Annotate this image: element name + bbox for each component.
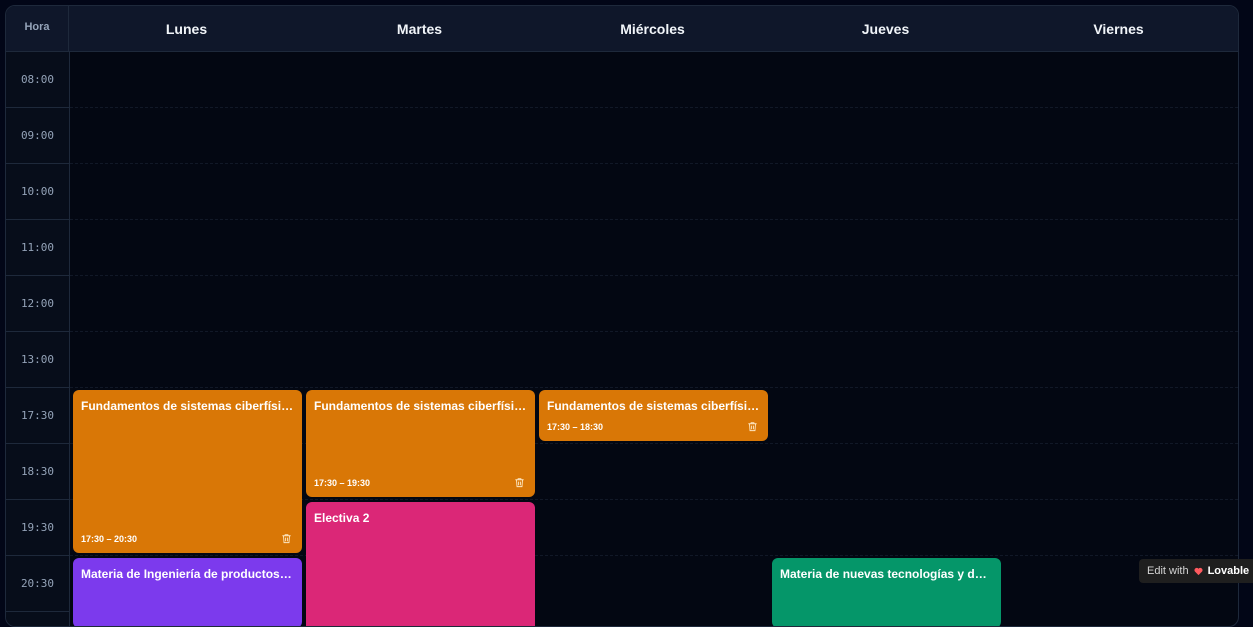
grid-line	[70, 555, 1238, 556]
trash-icon[interactable]	[514, 477, 525, 488]
time-slot: 17:30	[6, 388, 69, 444]
time-slot: 10:00	[6, 164, 69, 220]
event-title: Fundamentos de sistemas ciberfísicos	[547, 399, 760, 413]
event-title: Fundamentos de sistemas ciberfísicos	[81, 399, 294, 413]
grid-line	[70, 387, 1238, 388]
event-time: 17:30 – 20:30	[81, 534, 138, 544]
time-slot: 08:00	[6, 52, 69, 108]
grid-line	[70, 331, 1238, 332]
day-header-lunes: Lunes	[165, 20, 208, 37]
hora-column-header: Hora	[6, 6, 69, 51]
time-slot: 13:00	[6, 332, 69, 388]
event-title: Electiva 2	[314, 511, 370, 525]
day-header-martes: Martes	[396, 20, 443, 37]
trash-icon[interactable]	[747, 421, 758, 432]
day-header-jueves: Jueves	[861, 20, 910, 37]
weekly-schedule: Hora Lunes Martes Miércoles Jueves Viern…	[5, 5, 1239, 627]
lovable-brand: Lovable	[1207, 565, 1250, 577]
event-time: 17:30 – 19:30	[314, 478, 371, 488]
schedule-header: Hora Lunes Martes Miércoles Jueves Viern…	[6, 6, 1238, 52]
event-time: 17:30 – 18:30	[547, 422, 604, 432]
trash-icon[interactable]	[281, 533, 292, 544]
time-column: 08:00 09:00 10:00 11:00 12:00 13:00 17:3…	[6, 52, 70, 626]
event-card-nuevas-tecnologias[interactable]: Materia de nuevas tecnologías y dom...	[772, 558, 1001, 626]
event-card-electiva-2[interactable]: Electiva 2	[306, 502, 535, 626]
day-header-viernes: Viernes	[1093, 20, 1144, 37]
grid-line	[70, 275, 1238, 276]
lovable-heart-icon	[1194, 567, 1203, 575]
day-header-miercoles: Miércoles	[620, 20, 685, 37]
edit-with-label: Edit with	[1147, 565, 1189, 577]
grid-line	[70, 163, 1238, 164]
grid-line	[70, 219, 1238, 220]
event-card-fundamentos-lunes[interactable]: Fundamentos de sistemas ciberfísicos 17:…	[73, 390, 302, 553]
time-slot: 18:30	[6, 444, 69, 500]
event-card-fundamentos-martes[interactable]: Fundamentos de sistemas ciberfísicos 17:…	[306, 390, 535, 497]
time-slot: 19:30	[6, 500, 69, 556]
edit-with-lovable-badge[interactable]: Edit with Lovable	[1139, 559, 1253, 583]
event-title: Fundamentos de sistemas ciberfísicos	[314, 399, 527, 413]
grid-line	[70, 107, 1238, 108]
time-slot: 09:00	[6, 108, 69, 164]
time-slot: 11:00	[6, 220, 69, 276]
time-slot: 12:00	[6, 276, 69, 332]
event-card-ingenieria-productos[interactable]: Materia de Ingeniería de productos d...	[73, 558, 302, 626]
time-slot: 20:30	[6, 556, 69, 612]
event-title: Materia de Ingeniería de productos d...	[81, 567, 294, 581]
event-title: Materia de nuevas tecnologías y dom...	[780, 567, 993, 581]
event-card-fundamentos-miercoles[interactable]: Fundamentos de sistemas ciberfísicos 17:…	[539, 390, 768, 441]
